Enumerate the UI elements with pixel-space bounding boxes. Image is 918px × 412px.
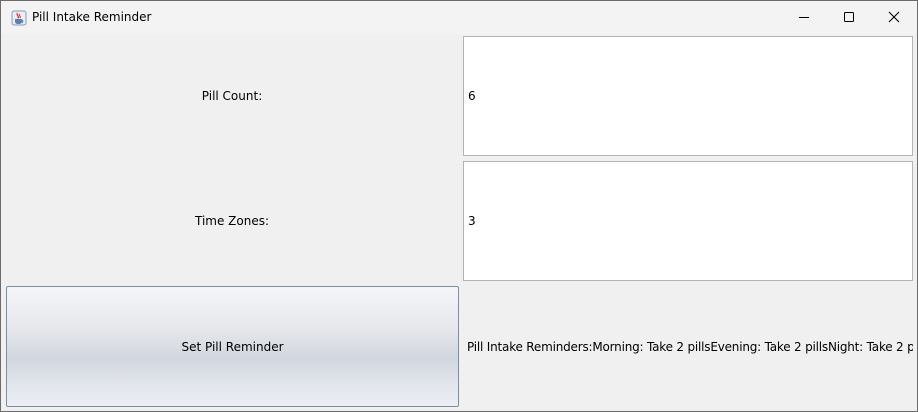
close-button[interactable] (871, 1, 917, 34)
set-pill-reminder-button[interactable]: Set Pill Reminder (6, 286, 459, 407)
maximize-button[interactable] (826, 1, 872, 34)
title-bar[interactable]: Pill Intake Reminder (1, 1, 917, 34)
time-zones-label-cell: Time Zones: (5, 160, 459, 282)
minimize-icon (798, 8, 810, 27)
app-window: Pill Intake Reminder Pill Count: Time Zo… (0, 0, 918, 412)
maximize-icon (843, 8, 855, 27)
close-icon (888, 8, 900, 27)
window-title: Pill Intake Reminder (32, 10, 152, 24)
pill-count-field[interactable] (463, 36, 913, 156)
form-panel: Pill Count: Time Zones: Set Pill Reminde… (5, 35, 913, 408)
time-zones-field[interactable] (463, 161, 913, 281)
pill-count-label-cell: Pill Count: (5, 35, 459, 157)
java-cup-icon (11, 10, 27, 26)
time-zones-label: Time Zones: (194, 214, 270, 228)
pill-count-label: Pill Count: (201, 89, 263, 103)
reminder-result-text: Pill Intake Reminders:Morning: Take 2 pi… (467, 339, 913, 354)
minimize-button[interactable] (781, 1, 827, 34)
